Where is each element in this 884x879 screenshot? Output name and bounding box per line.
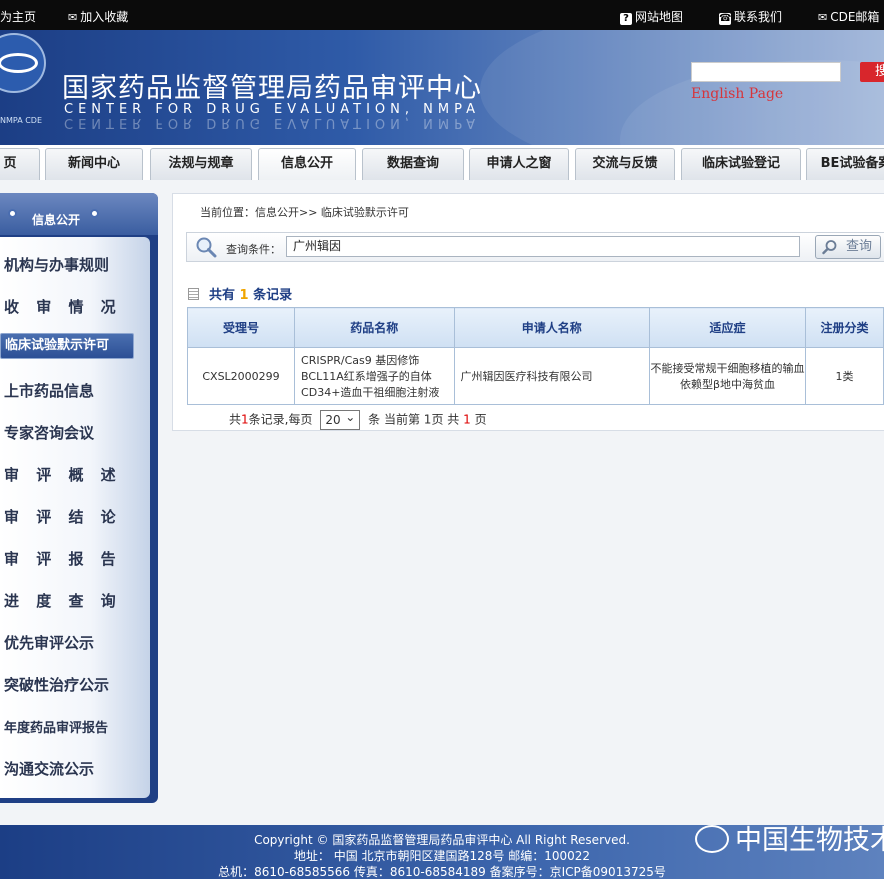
pager-text: 页 共 — [431, 412, 460, 427]
record-prefix: 共有 — [209, 288, 236, 303]
sidebar-item-progress-query[interactable]: 进 度 查 询 — [4, 590, 122, 611]
add-favorite-label: 加入收藏 — [80, 10, 129, 24]
logo-eye-icon — [0, 53, 38, 73]
logo-text: NMPA CDE — [0, 116, 43, 125]
main-nav: 页 新闻中心 法规与规章 信息公开 数据查询 申请人之窗 交流与反馈 临床试验登… — [0, 145, 884, 180]
sidebar-item-priority-review[interactable]: 优先审评公示 — [4, 632, 94, 653]
mail-link[interactable]: ✉ CDE邮箱 — [818, 8, 879, 25]
english-page-link[interactable]: English Page — [691, 86, 783, 102]
cell-acceptance-no[interactable]: CXSL2000299 — [186, 347, 296, 405]
col-registration-class[interactable]: 注册分类 — [805, 307, 884, 348]
results-table: 受理号 药品名称 申请人名称 适应症 注册分类 CXSL2000299 CRIS… — [186, 307, 884, 405]
envelope-icon: ✉ — [818, 11, 828, 24]
pager-text: 页 — [474, 412, 487, 427]
pager-text: 条 当前第 — [368, 412, 420, 427]
sidebar-item-acceptance[interactable]: 收 审 情 况 — [4, 296, 122, 317]
query-input[interactable]: 广州辑因 — [286, 236, 800, 257]
pager-total: 1 — [241, 412, 249, 427]
site-title-en-reflection: CENTER FOR DRUG EVALUATION, NMPA — [64, 115, 480, 130]
col-applicant[interactable]: 申请人名称 — [453, 307, 650, 348]
table-row[interactable]: CXSL2000299 CRISPR/Cas9 基因修饰BCL11A红系增强子的… — [186, 347, 884, 405]
add-favorite-link[interactable]: ✉ 加入收藏 — [68, 8, 128, 25]
tab-data-query[interactable]: 数据查询 — [362, 148, 464, 180]
bullet-icon — [90, 209, 99, 218]
breadcrumb: 当前位置：信息公开>> 临床试验默示许可 — [200, 206, 409, 219]
cell-registration-class: 1类 — [805, 347, 884, 405]
top-bar: 为主页 ✉ 加入收藏 ? 网站地图 ☎ 联系我们 ✉ CDE邮箱 — [0, 0, 884, 30]
list-icon — [188, 288, 199, 300]
tab-news[interactable]: 新闻中心 — [45, 148, 143, 180]
sidebar-item-review-overview[interactable]: 审 评 概 述 — [4, 464, 122, 485]
header-search-button[interactable]: 搜 — [860, 62, 884, 82]
sidebar-item-breakthrough[interactable]: 突破性治疗公示 — [4, 674, 109, 695]
contact-label: 联系我们 — [734, 10, 783, 24]
tab-be-filing[interactable]: BE试验备案 — [806, 148, 884, 180]
pager-text: 共 — [229, 412, 242, 427]
mail-icon: ✉ — [68, 11, 78, 24]
set-homepage-link[interactable]: 为主页 — [0, 8, 36, 25]
phone-icon: ☎ — [719, 13, 732, 25]
magnifier-icon — [196, 237, 217, 258]
sidebar-item-communication[interactable]: 沟通交流公示 — [4, 758, 94, 779]
bullet-icon — [8, 209, 17, 218]
footer-contact: 总机：8610-68585566 传真：8610-68584189 备案序号：京… — [218, 865, 666, 879]
watermark: 中国生物技术 — [695, 818, 884, 857]
tab-clinical-registration[interactable]: 临床试验登记 — [681, 148, 801, 180]
cell-indication: 不能接受常规干细胞移植的输血依赖型β地中海贫血 — [648, 347, 807, 405]
sidebar-item-marketed-drugs[interactable]: 上市药品信息 — [4, 380, 94, 401]
record-count: 共有 1 条记录 — [188, 284, 292, 303]
tab-home[interactable]: 页 — [0, 148, 40, 180]
page-size-select[interactable]: 20 — [320, 408, 361, 430]
sitemap-link[interactable]: ? 网站地图 — [620, 8, 683, 25]
tab-info-disclosure[interactable]: 信息公开 — [258, 148, 356, 180]
tab-regulations[interactable]: 法规与规章 — [150, 148, 252, 180]
pager-text: 条记录,每页 — [248, 412, 313, 427]
table-header-row: 受理号 药品名称 申请人名称 适应症 注册分类 — [186, 307, 884, 348]
pager-pages: 1 — [463, 412, 471, 427]
tab-feedback[interactable]: 交流与反馈 — [575, 148, 675, 180]
col-acceptance-no[interactable]: 受理号 — [186, 307, 296, 348]
sitemap-label: 网站地图 — [635, 10, 684, 24]
sidebar-menu: 机构与办事规则 收 审 情 况 临床试验默示许可 上市药品信息 专家咨询会议 审… — [0, 237, 150, 798]
col-indication[interactable]: 适应症 — [648, 307, 807, 348]
tab-applicant[interactable]: 申请人之窗 — [469, 148, 569, 180]
cell-applicant: 广州辑因医疗科技有限公司 — [453, 347, 650, 405]
help-icon: ? — [620, 13, 632, 25]
sidebar: 信息公开 机构与办事规则 收 审 情 况 临床试验默示许可 上市药品信息 专家咨… — [0, 193, 158, 803]
record-count-number: 1 — [239, 288, 249, 303]
contact-link[interactable]: ☎ 联系我们 — [719, 8, 782, 25]
sidebar-header-label: 信息公开 — [32, 213, 81, 227]
sidebar-item-clinical-trial[interactable]: 临床试验默示许可 — [0, 333, 134, 359]
header-search-input[interactable] — [691, 62, 841, 82]
sidebar-item-review-report[interactable]: 审 评 报 告 — [4, 548, 122, 569]
record-suffix: 条记录 — [253, 288, 293, 303]
wechat-icon — [695, 825, 729, 853]
query-button-label: 查询 — [846, 239, 873, 254]
cell-drug-name[interactable]: CRISPR/Cas9 基因修饰BCL11A红系增强子的自体CD34+造血干祖细… — [294, 347, 455, 405]
sidebar-item-review-conclusion[interactable]: 审 评 结 论 — [4, 506, 122, 527]
query-label: 查询条件： — [226, 243, 281, 256]
mail-label: CDE邮箱 — [830, 10, 880, 24]
col-drug-name[interactable]: 药品名称 — [294, 307, 455, 348]
query-button[interactable]: 查询 — [815, 235, 881, 259]
sidebar-item-expert-meeting[interactable]: 专家咨询会议 — [4, 422, 94, 443]
search-icon — [822, 240, 837, 255]
site-title: 国家药品监督管理局药品审评中心 — [62, 73, 482, 104]
sidebar-header: 信息公开 — [0, 193, 158, 235]
pagination: 共1条记录,每页 20 条 当前第 1页 共 1 页 — [229, 408, 487, 430]
sidebar-item-annual-report[interactable]: 年度药品审评报告 — [4, 717, 108, 736]
sidebar-item-organization[interactable]: 机构与办事规则 — [4, 254, 109, 275]
watermark-text: 中国生物技术 — [735, 825, 884, 856]
